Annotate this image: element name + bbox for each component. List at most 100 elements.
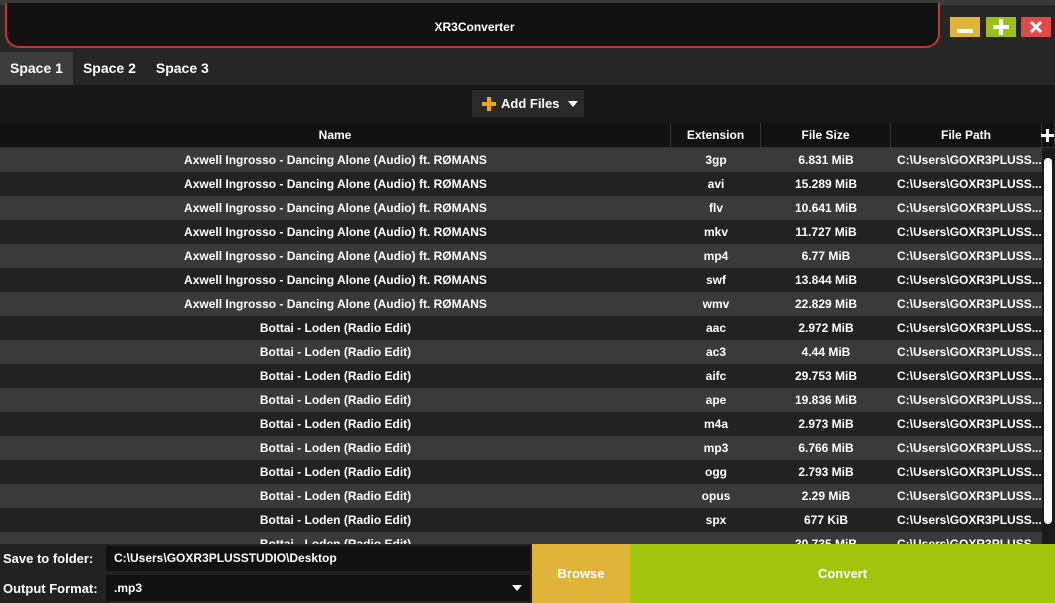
- cell-file-path: C:\Users\GOXR3PLUSS...: [897, 225, 1042, 239]
- save-folder-label: Save to folder:: [3, 551, 94, 566]
- cell-file-size: 6.766 MiB: [798, 441, 854, 455]
- cell-name: Axwell Ingrosso - Dancing Alone (Audio) …: [184, 249, 487, 263]
- table-row[interactable]: Axwell Ingrosso - Dancing Alone (Audio) …: [0, 196, 1042, 220]
- column-header-extension[interactable]: Extension: [671, 123, 761, 148]
- toolbar: Add Files: [0, 85, 1055, 123]
- cell-file-path: C:\Users\GOXR3PLUSS...: [897, 297, 1042, 311]
- cell-file-size: 677 KiB: [803, 513, 849, 527]
- browse-button[interactable]: Browse: [532, 544, 630, 603]
- save-folder-field[interactable]: C:\Users\GOXR3PLUSSTUDIO\Desktop: [106, 546, 530, 571]
- cell-name: Bottai - Loden (Radio Edit): [259, 441, 412, 455]
- cell-name: Axwell Ingrosso - Dancing Alone (Audio) …: [184, 153, 487, 167]
- cell-file-size: 19.836 MiB: [794, 393, 858, 407]
- cell-file-size: 6.831 MiB: [798, 153, 854, 167]
- title-plate[interactable]: XR3Converter: [5, 3, 940, 48]
- files-table: Name Extension File Size File Path Axwel…: [0, 123, 1055, 544]
- column-header-file-size[interactable]: File Size: [761, 123, 891, 148]
- cell-file-size: 10.641 MiB: [794, 201, 858, 215]
- output-format-label: Output Format:: [3, 581, 98, 596]
- maximize-button[interactable]: [986, 17, 1016, 37]
- cell-file-path: C:\Users\GOXR3PLUSS...: [897, 489, 1042, 503]
- column-header-name[interactable]: Name: [0, 123, 671, 148]
- chevron-down-icon: [567, 100, 578, 107]
- cell-file-path: C:\Users\GOXR3PLUSS...: [897, 321, 1042, 335]
- minimize-icon: [957, 29, 973, 33]
- table-row[interactable]: Axwell Ingrosso - Dancing Alone (Audio) …: [0, 268, 1042, 292]
- cell-file-size: 13.844 MiB: [794, 273, 858, 287]
- table-row[interactable]: Bottai - Loden (Radio Edit) ac3 4.44 MiB C:…: [0, 340, 1042, 364]
- add-files-button[interactable]: Add Files: [472, 90, 584, 117]
- cell-extension: mp3: [703, 441, 729, 455]
- cell-extension: swf: [705, 273, 726, 287]
- cell-file-size: 2.29 MiB: [801, 489, 851, 503]
- cell-extension: avi: [707, 177, 725, 191]
- table-row[interactable]: Axwell Ingrosso - Dancing Alone (Audio) …: [0, 172, 1042, 196]
- cell-file-path: C:\Users\GOXR3PLUSS...: [897, 249, 1042, 263]
- cell-file-path: C:\Users\GOXR3PLUSS...: [897, 369, 1042, 383]
- table-row[interactable]: Axwell Ingrosso - Dancing Alone (Audio) …: [0, 148, 1042, 172]
- cell-extension: mp4: [703, 249, 729, 263]
- cell-extension: ogg: [705, 465, 727, 479]
- cell-extension: spx: [705, 513, 727, 527]
- table-row[interactable]: Bottai - Loden (Radio Edit) aac 2.972 MiB C…: [0, 316, 1042, 340]
- cell-file-size: 2.973 MiB: [798, 417, 854, 431]
- cell-name: Axwell Ingrosso - Dancing Alone (Audio) …: [184, 225, 487, 239]
- table-row[interactable]: Axwell Ingrosso - Dancing Alone (Audio) …: [0, 292, 1042, 316]
- vertical-scrollbar[interactable]: [1042, 148, 1055, 544]
- cell-extension: wmv: [702, 297, 730, 311]
- cell-extension: ape: [705, 393, 727, 407]
- scrollbar-thumb[interactable]: [1044, 158, 1052, 524]
- cell-name: Bottai - Loden (Radio Edit): [259, 321, 412, 335]
- cell-name: Axwell Ingrosso - Dancing Alone (Audio) …: [184, 297, 487, 311]
- tab-bar: Space 1 Space 2 Space 3: [0, 52, 1055, 85]
- cell-extension: aifc: [705, 369, 727, 383]
- table-row[interactable]: Bottai - Loden (Radio Edit) ogg 2.793 MiB C…: [0, 460, 1042, 484]
- table-row[interactable]: Bottai - Loden (Radio Edit) spx 677 KiB C:\…: [0, 508, 1042, 532]
- cell-file-size: 6.77 MiB: [801, 249, 851, 263]
- cell-file-path: C:\Users\GOXR3PLUSS...: [897, 513, 1042, 527]
- tab-space-2[interactable]: Space 2: [73, 52, 146, 85]
- table-row[interactable]: Axwell Ingrosso - Dancing Alone (Audio) …: [0, 220, 1042, 244]
- cell-file-path: C:\Users\GOXR3PLUSS...: [897, 273, 1042, 287]
- cell-file-path: C:\Users\GOXR3PLUSS...: [897, 465, 1042, 479]
- add-column-icon[interactable]: [1041, 123, 1055, 148]
- cell-file-path: C:\Users\GOXR3PLUSS...: [897, 393, 1042, 407]
- add-files-label: Add Files: [501, 96, 560, 111]
- table-row[interactable]: Bottai - Loden (Radio Edit) mp3 6.766 MiB C…: [0, 436, 1042, 460]
- cell-file-path: C:\Users\GOXR3PLUSS...: [897, 153, 1042, 167]
- tab-space-3[interactable]: Space 3: [146, 52, 219, 85]
- convert-button[interactable]: Convert: [630, 544, 1055, 603]
- cell-file-path: C:\Users\GOXR3PLUSS...: [897, 537, 1042, 544]
- cell-extension: 3gp: [705, 153, 727, 167]
- output-format-select[interactable]: .mp3: [106, 575, 530, 601]
- table-row[interactable]: Bottai - Loden (Radio Edit) m4a 2.973 MiB C…: [0, 412, 1042, 436]
- table-row[interactable]: Bottai - Loden (Radio Edit) 30.735 MiB C:\…: [0, 532, 1042, 544]
- table-row[interactable]: Bottai - Loden (Radio Edit) opus 2.29 MiB C…: [0, 484, 1042, 508]
- close-button[interactable]: [1021, 17, 1051, 37]
- tab-space-1[interactable]: Space 1: [0, 52, 73, 85]
- cell-extension: mkv: [703, 225, 729, 239]
- cell-file-size: 30.735 MiB: [794, 537, 858, 544]
- minimize-button[interactable]: [950, 17, 980, 37]
- cell-extension: aac: [705, 321, 727, 335]
- table-row[interactable]: Bottai - Loden (Radio Edit) aifc 29.753 Mi…: [0, 364, 1042, 388]
- cell-name: Bottai - Loden (Radio Edit): [259, 489, 412, 503]
- cell-file-size: 2.972 MiB: [798, 321, 854, 335]
- table-row[interactable]: Bottai - Loden (Radio Edit) ape 19.836 MiB…: [0, 388, 1042, 412]
- cell-file-path: C:\Users\GOXR3PLUSS...: [897, 201, 1042, 215]
- close-icon: [1029, 20, 1043, 34]
- table-body: Axwell Ingrosso - Dancing Alone (Audio) …: [0, 148, 1042, 544]
- plus-icon: [482, 96, 496, 111]
- column-header-file-path[interactable]: File Path: [891, 123, 1042, 148]
- table-row[interactable]: Axwell Ingrosso - Dancing Alone (Audio) …: [0, 244, 1042, 268]
- cell-file-path: C:\Users\GOXR3PLUSS...: [897, 441, 1042, 455]
- cell-file-path: C:\Users\GOXR3PLUSS...: [897, 177, 1042, 191]
- output-format-value: .mp3: [114, 581, 143, 595]
- cell-file-size: 4.44 MiB: [801, 345, 851, 359]
- cell-name: Axwell Ingrosso - Dancing Alone (Audio) …: [184, 201, 487, 215]
- cell-file-size: 11.727 MiB: [795, 225, 857, 239]
- cell-name: Bottai - Loden (Radio Edit): [259, 393, 412, 407]
- cell-name: Bottai - Loden (Radio Edit): [259, 465, 412, 479]
- cell-name: Bottai - Loden (Radio Edit): [259, 417, 412, 431]
- cell-file-size: 22.829 MiB: [794, 297, 858, 311]
